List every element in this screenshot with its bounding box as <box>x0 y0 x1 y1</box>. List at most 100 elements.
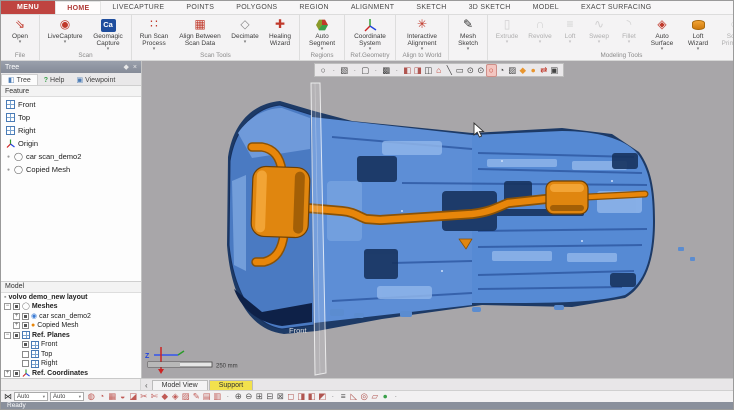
feature-item-copied-mesh[interactable]: ● ◯ Copied Mesh <box>1 163 141 176</box>
feature-item-front[interactable]: Front <box>1 98 141 111</box>
select-hatch-icon[interactable]: ▨ <box>181 391 192 402</box>
cut-tool-icon[interactable]: ✂ <box>139 391 150 402</box>
visibility-checkbox[interactable] <box>13 332 20 339</box>
mesh-sketch-button[interactable]: ✎ Mesh Sketch ▾ <box>452 16 484 51</box>
tab-livecapture[interactable]: LIVECAPTURE <box>101 1 175 14</box>
tab-region[interactable]: REGION <box>288 1 339 14</box>
tab-alignment[interactable]: ALIGNMENT <box>340 1 406 14</box>
tab-sketch[interactable]: SKETCH <box>405 1 457 14</box>
visibility-checkbox[interactable] <box>13 303 20 310</box>
measure-radius-icon[interactable]: ◎ <box>359 391 370 402</box>
pin-tool-icon[interactable]: ● <box>528 65 539 76</box>
run-scan-process-button[interactable]: ∷ Run Scan Process ▾ <box>135 16 173 51</box>
feature-item-car-scan[interactable]: ● ◯ car scan_demo2 <box>1 150 141 163</box>
viewport-layout-a-icon[interactable]: ◧ <box>402 65 413 76</box>
measure-list-icon[interactable]: ≡ <box>338 391 349 402</box>
select-rows-icon[interactable]: ▤ <box>202 391 213 402</box>
tab-viewpoint[interactable]: ▣ Viewpoint <box>70 75 121 85</box>
select-half-icon[interactable]: ◒ <box>118 391 129 402</box>
trim-tool-icon[interactable]: ✄ <box>149 391 160 402</box>
visibility-checkbox[interactable] <box>22 322 29 329</box>
tab-polygons[interactable]: POLYGONS <box>225 1 288 14</box>
model-item-right-plane[interactable]: Right <box>1 359 141 369</box>
visibility-checkbox[interactable] <box>13 370 20 377</box>
model-item-copied-mesh[interactable]: + ● Copied Mesh <box>1 321 141 331</box>
collapse-box[interactable]: − <box>4 303 11 310</box>
feature-item-right[interactable]: Right <box>1 124 141 137</box>
select-diamond-icon[interactable]: ◆ <box>160 391 171 402</box>
zoom-window-icon[interactable]: ⊞ <box>254 391 265 402</box>
model-item-root[interactable]: ▪ volvo demo_new layout <box>1 293 141 303</box>
filter-select-1[interactable]: Auto▾ <box>14 392 48 401</box>
model-item-top-plane[interactable]: Top <box>1 350 141 360</box>
visibility-checkbox[interactable] <box>22 360 29 367</box>
select-cols-icon[interactable]: ▥ <box>212 391 223 402</box>
tab-scroll-back-button[interactable]: ‹ <box>141 381 152 390</box>
geomagic-capture-button[interactable]: Ca Geomagic Capture ▾ <box>88 16 128 51</box>
open-button[interactable]: ⇘ Open ▾ <box>4 16 36 51</box>
select-box-icon[interactable]: ◪ <box>128 391 139 402</box>
loft-wizard-button[interactable]: Loft Wizard ▾ <box>681 16 715 51</box>
view-left-icon[interactable]: ◻ <box>286 391 297 402</box>
model-item-car-scan[interactable]: + ◉ car scan_demo2 <box>1 312 141 322</box>
tab-model[interactable]: MODEL <box>522 1 570 14</box>
zoom-selection-icon[interactable]: ⊠ <box>275 391 286 402</box>
view-top-icon[interactable]: ◩ <box>317 391 328 402</box>
viewport-layout-b-icon[interactable]: ◨ <box>413 65 424 76</box>
auto-segment-button[interactable]: Auto Segment ▾ <box>303 16 341 51</box>
filter-select-2[interactable]: Auto▾ <box>50 392 84 401</box>
measure-section-icon[interactable]: ▱ <box>370 391 381 402</box>
circle-center-2-icon[interactable]: ⊙ <box>476 65 487 76</box>
expand-box[interactable]: + <box>13 313 20 320</box>
swap-view-icon[interactable]: ⇄ <box>539 65 550 76</box>
rotate-orbit-icon[interactable]: ○ <box>486 64 497 77</box>
region-view-icon[interactable]: ▢ <box>360 65 371 76</box>
model-item-meshes[interactable]: − ◯ Meshes <box>1 302 141 312</box>
tab-model-view[interactable]: Model View <box>152 380 208 390</box>
tab-3d-sketch[interactable]: 3D SKETCH <box>458 1 522 14</box>
eye-view-icon[interactable]: ▣ <box>549 65 560 76</box>
model-item-ref-coordinates[interactable]: + Ref. Coordinates <box>1 369 141 379</box>
measure-angle-icon[interactable]: ◺ <box>349 391 360 402</box>
tab-help[interactable]: ? Help <box>38 76 71 85</box>
home-view-icon[interactable]: ⌂ <box>434 65 445 76</box>
healing-wizard-button[interactable]: ✚ Healing Wizard <box>264 16 296 51</box>
decimate-button[interactable]: ◇ Decimate ▾ <box>227 16 263 51</box>
select-pen-icon[interactable]: ✎ <box>191 391 202 402</box>
zoom-fit-icon[interactable]: ⊟ <box>265 391 276 402</box>
visibility-checkbox[interactable] <box>22 351 29 358</box>
zoom-orbit-icon[interactable]: ◔ <box>497 65 508 76</box>
viewport-3d-scene[interactable]: Front Z 250 mm <box>142 61 733 378</box>
menu-button[interactable]: MENU <box>1 1 55 14</box>
model-item-ref-planes[interactable]: − Ref. Planes <box>1 331 141 341</box>
normal-orientation-icon[interactable]: ⋈ <box>4 392 12 402</box>
view-right-icon[interactable]: ◨ <box>296 391 307 402</box>
model-item-front-plane[interactable]: Front <box>1 340 141 350</box>
isometric-view-icon[interactable]: ▩ <box>381 65 392 76</box>
split-view-icon[interactable]: ◫ <box>423 65 434 76</box>
zoom-out-icon[interactable]: ⊖ <box>244 391 255 402</box>
feature-item-origin[interactable]: Origin <box>1 137 141 150</box>
visibility-checkbox[interactable] <box>22 341 29 348</box>
livecapture-button[interactable]: ◉ LiveCapture ▾ <box>43 16 87 51</box>
edit-sketch-icon[interactable]: ▨ <box>507 65 518 76</box>
auto-surface-button[interactable]: ◈ Auto Surface ▾ <box>644 16 680 51</box>
tab-tree[interactable]: ◧ Tree <box>1 74 38 85</box>
tab-home[interactable]: HOME <box>55 1 101 14</box>
visibility-checkbox[interactable] <box>22 313 29 320</box>
select-gem-icon[interactable]: ◈ <box>170 391 181 402</box>
align-between-scan-data-button[interactable]: ▦ Align Between Scan Data <box>174 16 226 51</box>
measure-point-icon[interactable]: ● <box>380 391 391 402</box>
interactive-alignment-button[interactable]: ✳ Interactive Alignment ▾ <box>399 16 445 51</box>
feature-item-top[interactable]: Top <box>1 111 141 124</box>
view-front-icon[interactable]: ◧ <box>307 391 318 402</box>
collapse-box[interactable]: − <box>4 332 11 339</box>
select-rectangle-icon[interactable]: ▭ <box>455 65 466 76</box>
zoom-in-icon[interactable]: ⊕ <box>233 391 244 402</box>
tab-points[interactable]: POINTS <box>175 1 225 14</box>
tab-exact-surfacing[interactable]: EXACT SURFACING <box>570 1 663 14</box>
tab-support[interactable]: Support <box>209 380 254 390</box>
select-grid-icon[interactable]: ▦ <box>107 391 118 402</box>
select-circle-icon[interactable]: ◍ <box>86 391 97 402</box>
close-icon[interactable]: × <box>133 64 137 71</box>
